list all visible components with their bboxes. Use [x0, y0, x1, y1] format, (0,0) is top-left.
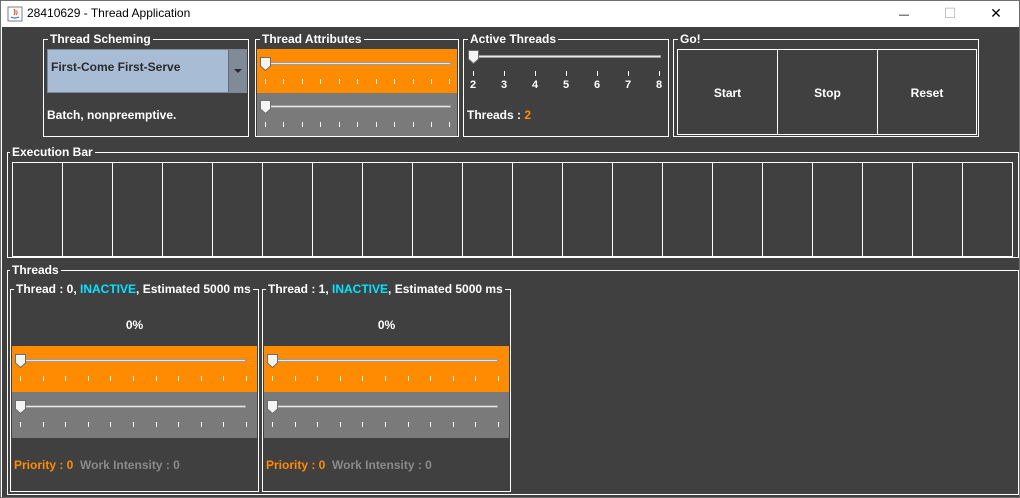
execution-bar-cell [512, 162, 563, 257]
threads-legend: Threads [10, 263, 61, 277]
slider-thumb-icon[interactable] [260, 57, 271, 71]
slider-thumb-icon[interactable] [468, 50, 479, 64]
execution-bar-legend: Execution Bar [10, 145, 95, 159]
execution-bar-cell [762, 162, 813, 257]
slider-thumb-icon[interactable] [267, 400, 278, 414]
thread-attributes-panel: Thread Attributes [255, 32, 459, 137]
thread-scheming-panel: Thread Scheming First-Come First-Serve B… [43, 32, 249, 137]
execution-bar-cell [312, 162, 363, 257]
thread-card-legend: Thread : 0, INACTIVE, Estimated 5000 ms [14, 282, 253, 296]
execution-bar-cell [612, 162, 663, 257]
threads-count-value: 2 [524, 108, 532, 122]
thread-priority-slider[interactable] [264, 346, 509, 392]
active-threads-panel: Active Threads 2 3 4 5 6 7 8 Threads : 2 [463, 32, 669, 137]
progress-label: 0% [125, 318, 144, 332]
threads-panel: Threads Thread : 0, INACTIVE, Estimated … [7, 263, 1019, 495]
thread-priority-slider[interactable] [12, 346, 257, 392]
tick-label: 3 [501, 79, 508, 91]
thread-stats: Priority : 0 Work Intensity : 0 [14, 458, 180, 472]
java-app-icon [7, 6, 23, 22]
thread-id-label: Thread : 1, [268, 282, 333, 296]
chevron-down-icon[interactable] [228, 50, 246, 92]
work-intensity-slider[interactable] [257, 93, 457, 136]
execution-bar-cell [862, 162, 913, 257]
execution-bar-cell [212, 162, 263, 257]
execution-bar-cell [562, 162, 613, 257]
threads-count-label: Threads : [467, 108, 525, 122]
thread-attributes-legend: Thread Attributes [260, 32, 364, 46]
scheming-description: Batch, nonpreemptive. [47, 108, 177, 122]
execution-bar-cell [12, 162, 63, 257]
main-content: Thread Scheming First-Come First-Serve B… [2, 27, 1019, 497]
execution-bar-cell [162, 162, 213, 257]
tick-label: 8 [656, 79, 663, 91]
stop-button[interactable]: Stop [777, 49, 878, 135]
status-badge: INACTIVE [80, 282, 137, 296]
application-window: 28410629 - Thread Application — ☐ ✕ Thre… [0, 0, 1020, 498]
threads-count: Threads : 2 [467, 108, 531, 122]
minimize-button[interactable]: — [881, 1, 927, 27]
thread-work-intensity-slider[interactable] [264, 392, 509, 438]
title-bar[interactable]: 28410629 - Thread Application — ☐ ✕ [1, 1, 1019, 27]
slider-thumb-icon[interactable] [15, 354, 26, 368]
minimize-icon: — [898, 8, 910, 21]
go-panel: Go! Start Stop Reset [673, 32, 979, 137]
tick-label: 2 [470, 79, 477, 91]
execution-bar-cell [962, 162, 1013, 257]
tick-label: 6 [594, 79, 601, 91]
reset-button[interactable]: Reset [877, 49, 977, 135]
go-legend: Go! [678, 32, 703, 46]
tick-label: 5 [563, 79, 570, 91]
maximize-icon: ☐ [943, 6, 957, 22]
work-intensity-label: Work Intensity : 0 [332, 458, 432, 472]
execution-bar-cell [112, 162, 163, 257]
execution-bar-cell [262, 162, 313, 257]
thread-card-legend: Thread : 1, INACTIVE, Estimated 5000 ms [266, 282, 505, 296]
estimate-label: , Estimated 5000 ms [388, 282, 503, 296]
maximize-button[interactable]: ☐ [927, 1, 973, 27]
slider-thumb-icon[interactable] [267, 354, 278, 368]
thread-card: Thread : 0, INACTIVE, Estimated 5000 ms … [10, 282, 259, 492]
estimate-label: , Estimated 5000 ms [136, 282, 251, 296]
tick-label: 4 [532, 79, 539, 91]
execution-bar-cell [362, 162, 413, 257]
execution-bar-cell [712, 162, 763, 257]
priority-label: Priority : 0 [266, 458, 326, 472]
tick-label: 7 [625, 79, 632, 91]
scheming-dropdown[interactable]: First-Come First-Serve [47, 49, 247, 93]
scheming-selected-value: First-Come First-Serve [51, 60, 181, 74]
progress-label: 0% [377, 318, 396, 332]
priority-label: Priority : 0 [14, 458, 74, 472]
close-icon: ✕ [990, 6, 1002, 22]
active-threads-slider[interactable]: 2 3 4 5 6 7 8 [466, 48, 666, 94]
execution-bar-cell [462, 162, 513, 257]
thread-scheming-legend: Thread Scheming [48, 32, 153, 46]
thread-work-intensity-slider[interactable] [12, 392, 257, 438]
execution-bar-panel: Execution Bar [7, 145, 1019, 258]
close-button[interactable]: ✕ [973, 1, 1019, 27]
slider-thumb-icon[interactable] [260, 100, 271, 114]
execution-bar-cell [912, 162, 963, 257]
execution-bar-cell [812, 162, 863, 257]
priority-slider[interactable] [257, 49, 457, 93]
thread-stats: Priority : 0 Work Intensity : 0 [266, 458, 432, 472]
slider-thumb-icon[interactable] [15, 400, 26, 414]
start-button[interactable]: Start [677, 49, 778, 135]
execution-bar-cell [662, 162, 713, 257]
thread-id-label: Thread : 0, [16, 282, 81, 296]
work-intensity-label: Work Intensity : 0 [80, 458, 180, 472]
active-threads-legend: Active Threads [468, 32, 559, 46]
execution-bar-cell [62, 162, 113, 257]
window-title: 28410629 - Thread Application [27, 6, 191, 20]
thread-card: Thread : 1, INACTIVE, Estimated 5000 ms … [262, 282, 511, 492]
execution-bar-cell [412, 162, 463, 257]
status-badge: INACTIVE [332, 282, 389, 296]
